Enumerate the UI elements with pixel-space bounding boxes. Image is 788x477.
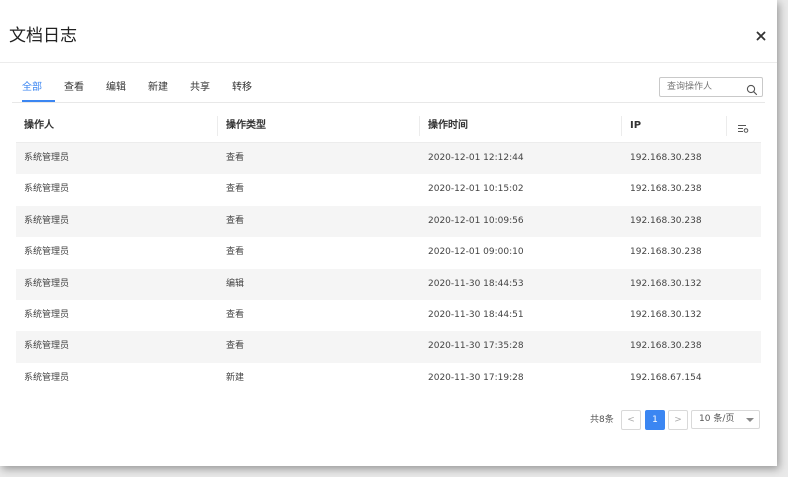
cell-operation-time: 2020-11-30 18:44:51 [428,309,524,320]
document-log-dialog: 文档日志 全部 查看 编辑 新建 共享 转移 操作人 操作类型 操作时间 IP [0,0,777,466]
close-icon[interactable] [752,27,770,45]
cell-operation-time: 2020-12-01 10:15:02 [428,184,524,195]
cell-operator: 系统管理员 [24,215,70,226]
prev-page-button[interactable]: < [621,410,641,430]
log-table: 操作人 操作类型 操作时间 IP 系统管理员 查看 2020-12-01 12:12… [16,110,761,394]
page-size-value: 10 条/页 [699,414,735,424]
tab-transfer[interactable]: 转移 [232,79,252,97]
cell-ip: 192.168.30.238 [630,247,702,258]
cell-operation-type: 查看 [226,247,245,258]
cell-operation-type: 查看 [226,184,245,195]
cell-operation-time: 2020-11-30 17:19:28 [428,372,524,383]
cell-operator: 系统管理员 [24,309,70,320]
cell-ip: 192.168.30.238 [630,215,702,226]
cell-ip: 192.168.30.238 [630,184,702,195]
active-tab-indicator [22,100,55,102]
cell-operation-type: 查看 [226,215,245,226]
table-row: 系统管理员 查看 2020-12-01 10:15:02 192.168.30.238 [16,174,761,205]
cell-operator: 系统管理员 [24,184,70,195]
cell-operation-time: 2020-11-30 18:44:53 [428,278,524,289]
operator-search [659,77,763,97]
cell-operator: 系统管理员 [24,372,70,383]
page-size-select[interactable]: 10 条/页 [691,410,760,429]
column-divider [217,116,218,136]
tab-view[interactable]: 查看 [64,79,84,97]
page-1-button[interactable]: 1 [645,410,665,430]
cell-operator: 系统管理员 [24,278,70,289]
cell-ip: 192.168.30.132 [630,309,702,320]
search-icon[interactable] [746,81,758,96]
table-body: 系统管理员 查看 2020-12-01 12:12:44 192.168.30.238… [16,143,761,394]
cell-ip: 192.168.30.238 [630,153,702,163]
dialog-title: 文档日志 [9,26,77,46]
cell-ip: 192.168.67.154 [630,372,702,383]
table-row: 系统管理员 查看 2020-12-01 12:12:44 192.168.30.238 [16,143,761,175]
cell-operation-time: 2020-12-01 09:00:10 [428,247,524,258]
cell-operation-type: 查看 [226,153,245,163]
cell-operator: 系统管理员 [24,247,70,258]
column-header-time: 操作时间 [428,120,468,131]
tab-all[interactable]: 全部 [22,79,42,97]
cell-operator: 系统管理员 [24,341,70,352]
cell-operation-time: 2020-12-01 10:09:56 [428,215,524,226]
filter-tabs: 全部 查看 编辑 新建 共享 转移 [12,74,765,103]
column-divider [621,116,622,136]
tab-share[interactable]: 共享 [190,79,210,97]
dialog-header: 文档日志 [0,0,777,63]
total-count: 共8条 [590,415,614,425]
table-row: 系统管理员 新建 2020-11-30 17:19:28 192.168.67.154 [16,363,761,394]
search-input[interactable] [660,78,747,96]
cell-operation-time: 2020-12-01 12:12:44 [428,153,524,163]
table-header: 操作人 操作类型 操作时间 IP [16,110,761,143]
chevron-down-icon [746,418,754,422]
column-header-operator: 操作人 [24,120,54,131]
column-settings-icon[interactable] [737,120,749,133]
column-divider [726,116,727,136]
cell-operation-type: 查看 [226,309,245,320]
tab-create[interactable]: 新建 [148,79,168,97]
cell-operation-type: 新建 [226,372,245,383]
tab-edit[interactable]: 编辑 [106,79,126,97]
table-row: 系统管理员 查看 2020-11-30 18:44:51 192.168.30.132 [16,300,761,331]
table-row: 系统管理员 查看 2020-12-01 09:00:10 192.168.30.238 [16,237,761,268]
cell-ip: 192.168.30.238 [630,341,702,352]
cell-operation-time: 2020-11-30 17:35:28 [428,341,524,352]
cell-operation-type: 查看 [226,341,245,352]
table-row: 系统管理员 查看 2020-11-30 17:35:28 192.168.30.238 [16,331,761,363]
cell-ip: 192.168.30.132 [630,278,702,289]
table-row: 系统管理员 查看 2020-12-01 10:09:56 192.168.30.238 [16,205,761,238]
next-page-button[interactable]: > [668,410,688,430]
cell-operator: 系统管理员 [24,153,70,163]
table-row: 系统管理员 编辑 2020-11-30 18:44:53 192.168.30.132 [16,268,761,300]
column-header-ip: IP [630,120,642,131]
cell-operation-type: 编辑 [226,278,245,289]
column-header-type: 操作类型 [226,120,266,131]
column-divider [419,116,420,136]
